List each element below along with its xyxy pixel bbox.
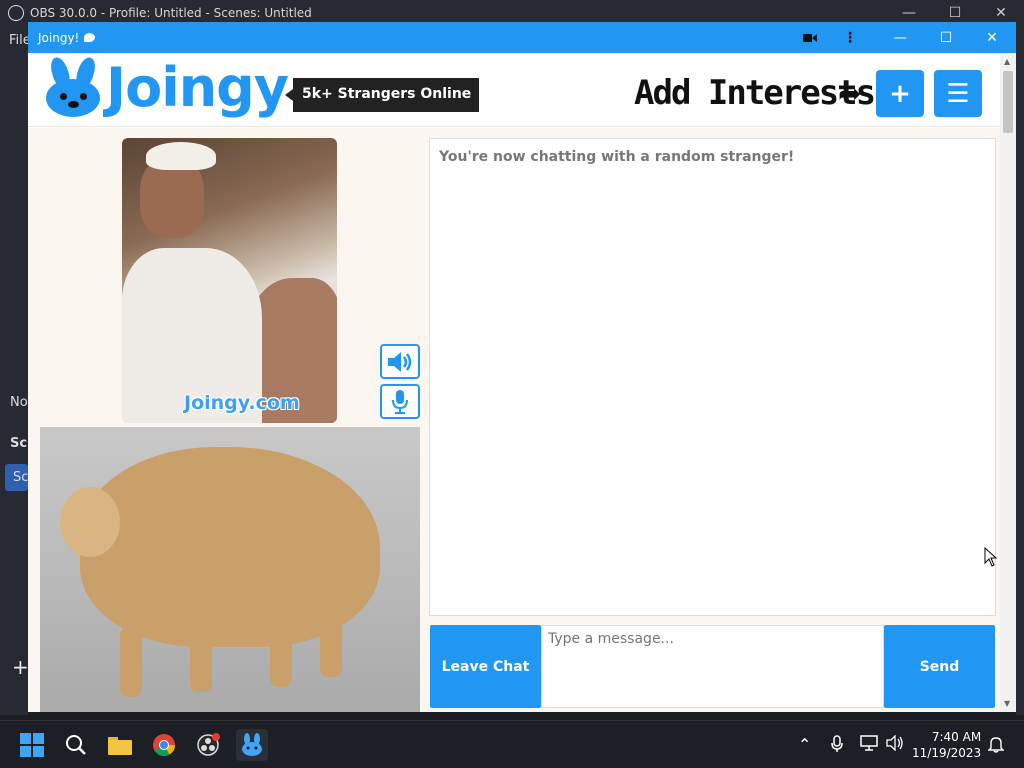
obs-side-label-no: No: [10, 395, 28, 410]
obs-right-panel: [1016, 25, 1024, 715]
message-input[interactable]: [541, 625, 884, 708]
obs-title-text: OBS 30.0.0 - Profile: Untitled - Scenes:…: [30, 5, 312, 20]
system-clock[interactable]: 7:40 AM 11/19/2023: [912, 729, 981, 761]
camera-icon[interactable]: [788, 22, 832, 53]
menu-button[interactable]: ☰: [934, 70, 982, 117]
chat-bubble-icon: [84, 33, 96, 42]
scroll-up-arrow-icon[interactable]: ▲: [1004, 57, 1010, 66]
microphone-tray-icon[interactable]: [830, 735, 844, 757]
obs-taskbar-button[interactable]: [192, 729, 224, 761]
brand-name: Joingy: [106, 56, 289, 119]
leave-chat-button[interactable]: Leave Chat: [430, 625, 541, 708]
file-explorer-button[interactable]: [104, 729, 136, 761]
window-maximize-button[interactable]: ☐: [924, 22, 968, 53]
bunny-logo-icon: [42, 55, 104, 119]
chat-area: Joingy.com You're now chatting with a ra…: [28, 128, 1000, 712]
add-interest-button[interactable]: +: [876, 70, 924, 117]
microphone-icon: [392, 389, 408, 414]
stranger-video: Joingy.com: [122, 138, 337, 423]
window-title-bar: Joingy! ⋮ — ☐ ✕: [28, 22, 1016, 53]
video-watermark: Joingy.com: [184, 392, 300, 414]
folder-icon: [108, 737, 132, 755]
bunny-icon: [242, 733, 262, 756]
taskbar: ⌃ 7:40 AM 11/19/2023: [0, 720, 1024, 768]
page-scrollbar[interactable]: ▲ ▼: [1000, 53, 1016, 712]
curved-arrow-icon: ➦: [838, 77, 862, 110]
obs-add-scene-button[interactable]: +: [12, 655, 29, 679]
clock-time: 7:40 AM: [931, 730, 982, 744]
scroll-down-arrow-icon[interactable]: ▼: [1004, 699, 1010, 708]
notification-bell-icon[interactable]: [987, 735, 1005, 757]
microphone-toggle-button[interactable]: [380, 384, 420, 419]
chrome-button[interactable]: [148, 729, 180, 761]
self-video: [40, 427, 420, 712]
window-close-button[interactable]: ✕: [970, 22, 1014, 53]
window-minimize-button[interactable]: —: [878, 22, 922, 53]
obs-scene-item[interactable]: Sc: [5, 464, 28, 491]
scrollbar-thumb[interactable]: [1003, 71, 1013, 133]
brand-logo[interactable]: Joingy: [42, 55, 289, 119]
search-icon: [66, 735, 86, 755]
more-options-button[interactable]: ⋮: [828, 22, 872, 53]
show-hidden-icons-chevron-icon[interactable]: ⌃: [798, 735, 811, 754]
chat-status-message: You're now chatting with a random strang…: [439, 149, 795, 165]
obs-side-label-scenes: Sc: [10, 436, 28, 451]
speaker-toggle-button[interactable]: [380, 344, 420, 379]
send-button[interactable]: Send: [884, 625, 995, 708]
chat-log: You're now chatting with a random strang…: [429, 138, 996, 616]
clock-date: 11/19/2023: [912, 746, 982, 760]
obs-logo-icon: [8, 4, 24, 21]
windows-logo-icon: [20, 733, 44, 757]
joingy-window: Joingy! ⋮ — ☐ ✕ Joingy 5k+ Strangers Onl…: [28, 22, 1016, 712]
window-title: Joingy!: [38, 30, 80, 45]
start-button[interactable]: [16, 729, 48, 761]
mouse-cursor-icon: [984, 547, 998, 567]
joingy-taskbar-button[interactable]: [236, 729, 268, 761]
chrome-icon: [153, 734, 175, 756]
obs-left-panel: [0, 25, 28, 715]
online-count-badge: 5k+ Strangers Online: [284, 78, 480, 112]
speaker-icon: [388, 351, 412, 372]
search-button[interactable]: [60, 729, 92, 761]
network-icon[interactable]: [860, 735, 878, 755]
site-header: Joingy 5k+ Strangers Online Add Interest…: [28, 53, 1000, 127]
obs-icon: [197, 733, 220, 756]
volume-icon[interactable]: [886, 734, 904, 755]
